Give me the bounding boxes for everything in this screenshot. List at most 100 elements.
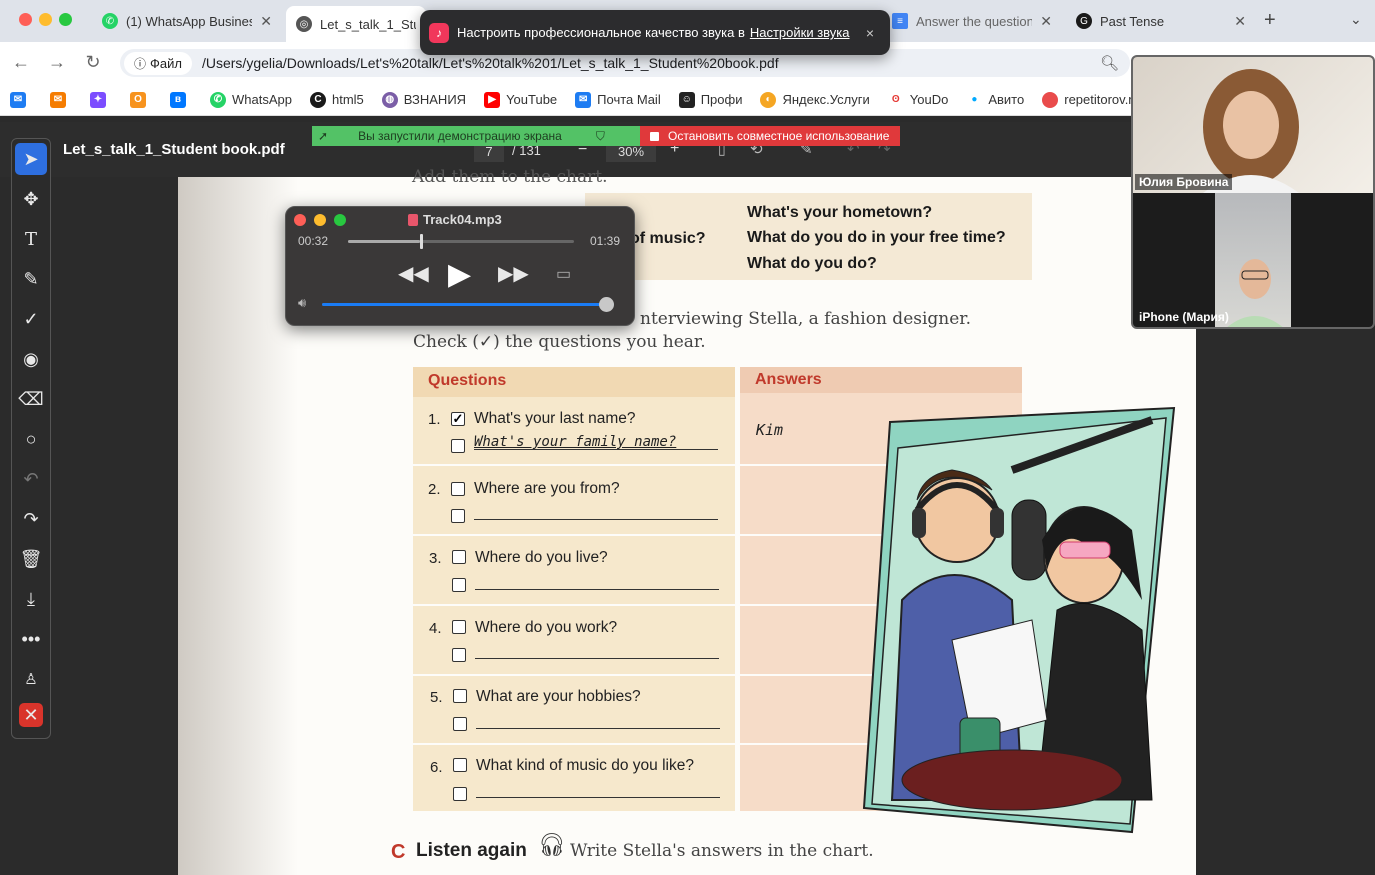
forward-button[interactable]: → <box>46 52 68 73</box>
bookmark-avito[interactable]: ● Авито <box>966 91 1024 108</box>
question-checkbox[interactable] <box>453 717 467 731</box>
tab-answer[interactable]: ≡ Answer the questions ✕ <box>882 6 1062 36</box>
annotation-toolbar: ➤ ✥ T ✎ ✓ ◉ ⌫ ○ ↶ ↷ 🗑︎ ⤓ ••• ♙ ✕ <box>11 138 51 739</box>
screen-share-bar: ➚ Вы запустили демонстрацию экрана ⛉ Ост… <box>312 126 900 146</box>
player-maximize-button[interactable] <box>334 214 346 226</box>
question-checkbox-checked[interactable]: ✓ <box>451 412 465 426</box>
bookmark-youdo[interactable]: ʘ YouDo <box>887 91 948 108</box>
user-settings-icon[interactable]: ♙ <box>15 663 47 695</box>
bookmark-yandex[interactable]: ◐ Яндекс.Услуги <box>760 91 870 108</box>
player-close-button[interactable] <box>294 214 306 226</box>
answer-handwritten: Kim <box>756 421 784 439</box>
page-binding-shadow <box>178 177 298 875</box>
shield-icon: ⛉ <box>595 128 605 143</box>
question-checkbox[interactable] <box>453 758 467 772</box>
eraser-tool-icon[interactable]: ⌫ <box>15 383 47 415</box>
question-checkbox[interactable] <box>452 550 466 564</box>
download-icon[interactable]: ⤓ <box>15 583 47 615</box>
sound-settings-link[interactable]: Настройки звука <box>750 25 850 40</box>
question-checkbox[interactable] <box>453 787 467 801</box>
close-window-button[interactable] <box>19 13 32 26</box>
redo-tool-icon[interactable]: ↷ <box>15 503 47 535</box>
volume-fill <box>322 303 614 306</box>
stop-icon <box>650 131 659 141</box>
share-arrow-icon: ➚ <box>318 129 329 143</box>
music-app-icon: ♪ <box>429 22 449 43</box>
question-checkbox[interactable] <box>452 620 466 634</box>
play-icon[interactable]: ▶ <box>448 257 471 292</box>
checkmark-tool-icon[interactable]: ✓ <box>15 303 47 335</box>
progress-fill <box>348 240 421 243</box>
box-question-1: What's your hometown? <box>747 204 933 221</box>
site-info-chip[interactable]: ⓘ Файл <box>124 51 192 75</box>
shape-tool-icon[interactable]: ○ <box>15 423 47 455</box>
text-tool-icon[interactable]: T <box>15 223 47 255</box>
bookmark-star-icon[interactable]: ✦ <box>90 91 112 108</box>
question-text: Where do you work? <box>475 619 618 636</box>
question-number: 1. <box>428 411 441 428</box>
airplay-icon[interactable]: ▭ <box>556 264 571 284</box>
participant-video-1 <box>1133 57 1373 193</box>
close-tab-icon[interactable]: ✕ <box>1040 13 1052 30</box>
question-text: What kind of music do you like? <box>476 757 694 774</box>
bookmark-ok-icon[interactable]: О <box>130 91 152 108</box>
tab-search-chevron-icon[interactable]: ⌄ <box>1350 11 1362 28</box>
player-title: Track04.mp3 <box>408 212 502 227</box>
bookmark-youtube[interactable]: ▶ YouTube <box>484 91 557 108</box>
question-checkbox[interactable] <box>452 578 466 592</box>
pdf-title: Let_s_talk_1_Student book.pdf <box>63 141 285 158</box>
bookmark-vznaniya[interactable]: ◍ ВЗНАНИЯ <box>381 91 466 108</box>
move-tool-icon[interactable]: ✥ <box>15 183 47 215</box>
select-tool-icon[interactable]: ➤ <box>15 143 47 175</box>
close-tab-icon[interactable]: ✕ <box>1234 13 1246 30</box>
question-number: 6. <box>430 759 443 776</box>
spotlight-tool-icon[interactable]: ◉ <box>15 343 47 375</box>
tab-past-tense[interactable]: G Past Tense ✕ <box>1066 6 1256 36</box>
reload-button[interactable]: ↻ <box>82 52 104 73</box>
bookmark-mail[interactable]: ✉ Почта Mail <box>575 91 661 108</box>
instruction-cut: Add them to the chart. <box>412 167 608 187</box>
close-notification-icon[interactable]: × <box>866 25 874 41</box>
pen-tool-icon[interactable]: ✎ <box>15 263 47 295</box>
whatsapp-icon: ✆ <box>102 13 118 29</box>
rewind-icon[interactable]: ◀◀ <box>398 261 429 286</box>
participant-name-1: Юлия Бровина <box>1135 174 1233 190</box>
trash-icon[interactable]: 🗑︎ <box>15 543 47 575</box>
bookmark-mail-icon-1[interactable]: ✉ <box>10 91 32 108</box>
undo-tool-icon[interactable]: ↶ <box>15 463 47 495</box>
bookmark-mail-icon-2[interactable]: ✉ <box>50 91 72 108</box>
volume-knob[interactable] <box>599 297 614 312</box>
bookmark-vk-icon[interactable]: в <box>170 91 192 108</box>
stop-sharing-button[interactable]: Остановить совместное использование <box>640 126 900 146</box>
minimize-window-button[interactable] <box>39 13 52 26</box>
close-toolbar-icon[interactable]: ✕ <box>19 703 43 727</box>
close-tab-icon[interactable]: ✕ <box>260 13 272 30</box>
section-title: Listen again <box>416 840 527 861</box>
bookmark-whatsapp[interactable]: ✆ WhatsApp <box>210 91 292 108</box>
audio-notification: ♪ Настроить профессиональное качество зв… <box>420 10 890 55</box>
maximize-window-button[interactable] <box>59 13 72 26</box>
fast-forward-icon[interactable]: ▶▶ <box>498 261 529 286</box>
question-checkbox[interactable] <box>451 482 465 496</box>
write-line <box>476 728 720 729</box>
question-number: 3. <box>429 550 442 567</box>
player-minimize-button[interactable] <box>314 214 326 226</box>
write-line <box>475 658 719 659</box>
tab-pdf[interactable]: ◎ Let_s_talk_1_Student book.pdf <box>286 6 426 42</box>
back-button[interactable]: ← <box>10 52 32 73</box>
tab-whatsapp[interactable]: ✆ (1) WhatsApp Business ✕ <box>92 6 282 36</box>
question-text: What's your last name? <box>474 410 636 427</box>
zoom-icon[interactable]: 🔍︎ <box>1100 54 1119 72</box>
progress-handle[interactable] <box>420 234 424 249</box>
question-checkbox[interactable] <box>451 439 465 453</box>
bookmark-html5[interactable]: Chtml5 <box>309 91 364 108</box>
bookmark-profi[interactable]: ☺ Профи <box>678 91 742 108</box>
question-checkbox[interactable] <box>451 509 465 523</box>
more-icon[interactable]: ••• <box>15 623 47 655</box>
question-checkbox[interactable] <box>452 648 466 662</box>
new-tab-button[interactable]: + <box>1264 9 1276 32</box>
question-checkbox[interactable] <box>453 689 467 703</box>
write-line <box>475 589 719 590</box>
question-number: 5. <box>430 689 443 706</box>
handwritten-question: What's your family name? <box>474 434 677 450</box>
